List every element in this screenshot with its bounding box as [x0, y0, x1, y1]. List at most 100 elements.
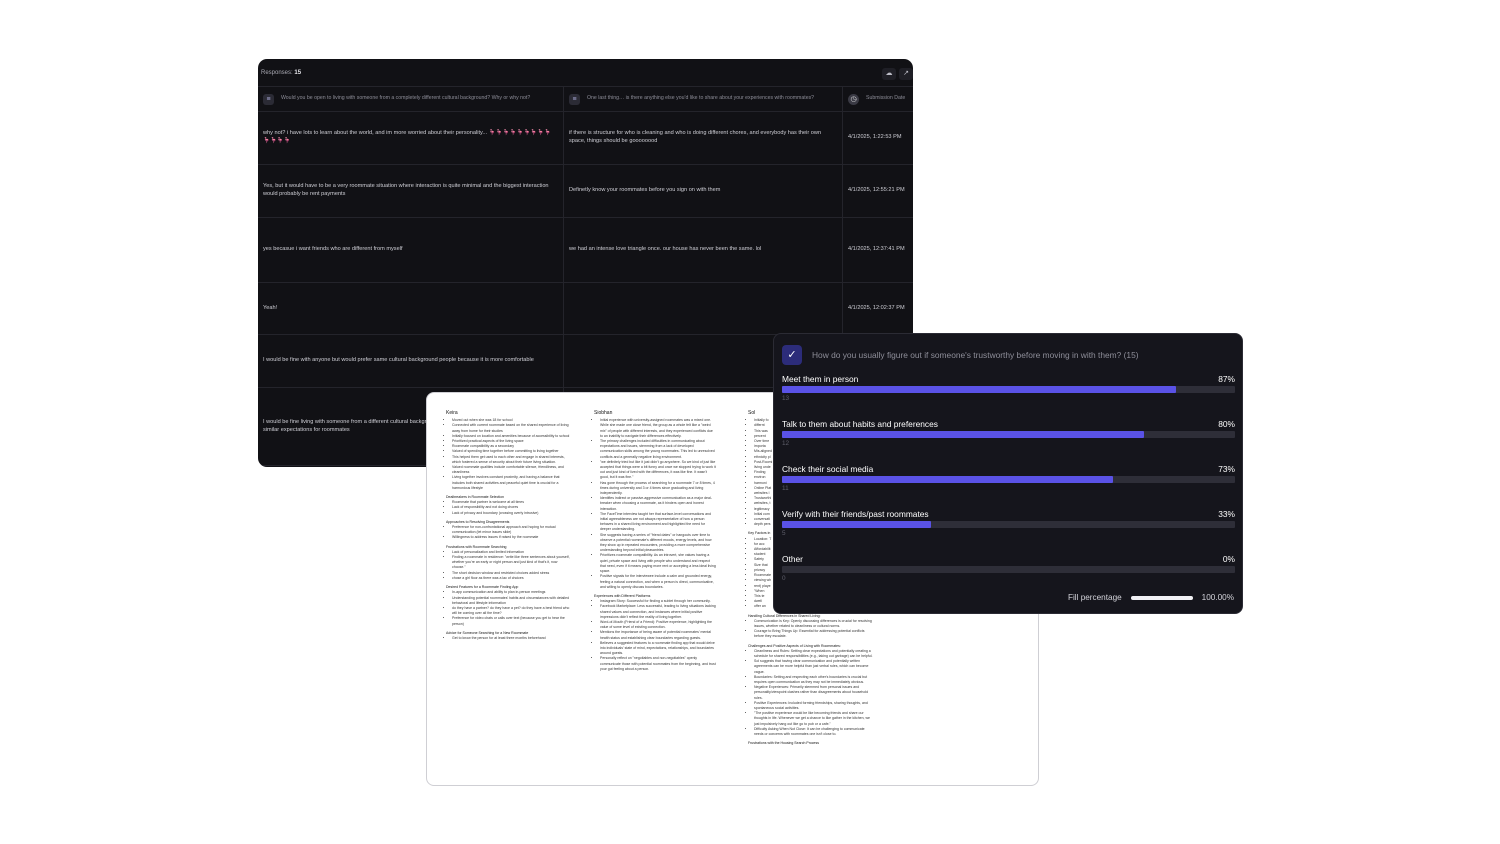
doc-bullet: do they have a partner? do they have a p… — [452, 606, 571, 616]
doc-bullet: Get to know the person for at least thre… — [452, 636, 571, 641]
doc-section-list: Get to know the person for at least thre… — [446, 636, 571, 641]
cloud-icon[interactable]: ☁ — [882, 68, 896, 80]
doc-section-list: Communication is Key: Openly discussing … — [748, 619, 873, 640]
poll-option-label: Verify with their friends/past roommates — [782, 509, 929, 519]
doc-bullet: Difficulty Asking When Not Close: It can… — [754, 727, 873, 737]
doc-bullet: Preference for non-confrontational appro… — [452, 525, 571, 535]
doc-bullet: The primary challenges included difficul… — [600, 439, 716, 460]
poll-results-window: ✓ How do you usually figure out if someo… — [773, 333, 1243, 614]
fill-percentage: Fill percentage 100.00% — [1068, 593, 1234, 602]
doc-bullet: Believes a suggested features to a roomm… — [600, 641, 716, 657]
poll-option-bar — [782, 521, 932, 528]
doc-bullet: She suggests having a series of "friend … — [600, 533, 716, 554]
poll-option-count: 0 — [782, 575, 786, 582]
doc-bullet: Has gone through the process of searchin… — [600, 481, 716, 497]
doc-bullet: Boundaries: Setting and respecting each … — [754, 675, 873, 685]
table-row[interactable]: why not? i have lots to learn about the … — [258, 112, 913, 165]
doc-column-title: Siobhan — [594, 410, 613, 416]
fill-percentage-value: 100.00% — [1201, 593, 1234, 602]
doc-bullet: "we definitely tried but like it just di… — [600, 460, 716, 481]
poll-option-bar-track — [782, 521, 1235, 528]
clock-icon: ◷ — [848, 93, 859, 105]
poll-option-label: Talk to them about habits and preference… — [782, 419, 938, 429]
doc-section-list: Roommate that partner is welcome at all … — [446, 500, 571, 516]
fill-percentage-bar — [1130, 595, 1193, 600]
doc-bullet: Initial experience with university-assig… — [600, 418, 716, 439]
fill-percentage-slider[interactable] — [1130, 595, 1193, 600]
doc-bullet: Connected with current roommate based on… — [452, 423, 571, 433]
table-toolbar: Responses: 15 ☁ ↗ — [258, 59, 913, 87]
doc-bullet: Sol suggests that having clear communica… — [754, 659, 873, 675]
poll-option-bar-track — [782, 476, 1235, 483]
poll-option-label: Meet them in person — [782, 374, 859, 384]
responses-count: Responses: 15 — [261, 70, 302, 76]
poll-option-count: 12 — [782, 440, 790, 447]
doc-bullet: Understanding potential roommates' habit… — [452, 596, 571, 606]
fill-percentage-label: Fill percentage — [1067, 593, 1122, 602]
doc-bullet: Identifies indirect or passive-aggressiv… — [600, 496, 716, 512]
column-header-submission-date[interactable]: ◷ Submission Date — [843, 87, 913, 111]
poll-option-percent: 87% — [1218, 374, 1235, 384]
doc-bullet: Mentions the importance of being aware o… — [600, 630, 716, 640]
poll-option-percent: 73% — [1218, 464, 1235, 474]
doc-column-keira: Keira Moved out when she was 18 for scho… — [446, 410, 571, 641]
doc-bullet: Word-of-Mouth (Friend of a Friend): Posi… — [600, 620, 716, 630]
doc-bullet: Positive Experiences: Included forming f… — [754, 701, 873, 711]
doc-bullet: Courage to Bring Things Up: Essential fo… — [754, 629, 873, 639]
table-row[interactable]: Yeah! 4/1/2025, 12:02:37 PM — [258, 283, 913, 335]
table-row[interactable]: yes becasue i want friends who are diffe… — [258, 218, 913, 283]
poll-option-percent: 80% — [1218, 419, 1235, 429]
poll-option-count: 11 — [782, 485, 789, 492]
doc-bullet: Personally reflect on "negotiables and n… — [600, 656, 716, 672]
text-field-icon: ≡ — [569, 93, 580, 105]
doc-section-list: Instagram Story: Successful for finding … — [594, 599, 716, 672]
table-cell: Definetly know your roommates before you… — [564, 165, 843, 217]
checkmark-icon: ✓ — [782, 345, 802, 365]
doc-bullet: Communication is Key: Openly discussing … — [754, 619, 873, 629]
poll-option-bar-track — [782, 431, 1235, 438]
doc-section-list: In-app communication and ability to plan… — [446, 590, 571, 626]
doc-bullet: This helped them get used to each other … — [452, 455, 571, 465]
share-icon[interactable]: ↗ — [899, 68, 913, 80]
table-cell-date: 4/1/2025, 1:22:53 PM — [848, 134, 902, 141]
doc-section-list: Lack of personalization and limited info… — [446, 550, 571, 581]
doc-bullet: Valued of spending time together before … — [452, 449, 571, 454]
poll-option-count: 13 — [782, 395, 790, 402]
table-cell — [564, 283, 843, 334]
doc-bullet: Valued roommate qualities include comfor… — [452, 465, 571, 475]
doc-bullet: Living together involves constant proxim… — [452, 475, 571, 491]
poll-option-label: Check their social media — [782, 464, 874, 474]
table-cell-date: 4/1/2025, 12:37:41 PM — [848, 246, 905, 253]
doc-bullet: Preference for video chats or calls over… — [452, 616, 571, 626]
table-cell: I would be fine with anyone but would pr… — [258, 335, 564, 387]
table-row[interactable]: Yes, but it would have to be a very room… — [258, 165, 913, 218]
doc-section-list: Cleanliness and Rules: Setting clear exp… — [748, 649, 873, 737]
table-cell: Yes, but it would have to be a very room… — [258, 165, 564, 217]
doc-bullet: "The positive experience would be like b… — [754, 711, 873, 727]
poll-option-bar — [782, 476, 1113, 483]
table-cell: why not? i have lots to learn about the … — [258, 112, 564, 164]
poll-question: How do you usually figure out if someone… — [812, 350, 1139, 360]
table-cell: if there is structure for who is cleanin… — [564, 112, 843, 164]
poll-option-bar-track — [782, 566, 1235, 573]
poll-option-percent: 0% — [1222, 554, 1235, 564]
doc-bullet: Cleanliness and Rules: Setting clear exp… — [754, 649, 873, 659]
poll-option-count: 5 — [782, 530, 786, 537]
table-cell: yes becasue i want friends who are diffe… — [258, 218, 564, 282]
poll-option-bar-track — [782, 386, 1235, 393]
doc-section-list: Preference for non-confrontational appro… — [446, 525, 571, 541]
column-header-cultural-background[interactable]: ≡ Would you be open to living with someo… — [258, 87, 564, 111]
poll-option-bar — [782, 431, 1145, 438]
poll-option-bar — [782, 386, 1177, 393]
doc-column-siobhan: Siobhan Initial experience with universi… — [594, 410, 716, 672]
doc-bullet: Prioritizes roommate compatibility. As a… — [600, 553, 716, 574]
doc-bullet: Facebook Marketplace: Less successful, l… — [600, 604, 716, 620]
doc-bullet: chose a girl floor as there was a lac of… — [452, 576, 571, 581]
column-header-experiences[interactable]: ≡ One last thing… is there anything else… — [564, 87, 843, 111]
table-cell: Yeah! — [258, 283, 564, 334]
table-cell-date: 4/1/2025, 12:02:37 PM — [848, 304, 905, 311]
table-header-row: ≡ Would you be open to living with someo… — [258, 87, 913, 112]
poll-option-percent: 33% — [1218, 509, 1235, 519]
table-cell: we had an intense love triangle once. ou… — [564, 218, 843, 282]
doc-bullet: Finding a roommate in residence: "write … — [452, 555, 571, 571]
